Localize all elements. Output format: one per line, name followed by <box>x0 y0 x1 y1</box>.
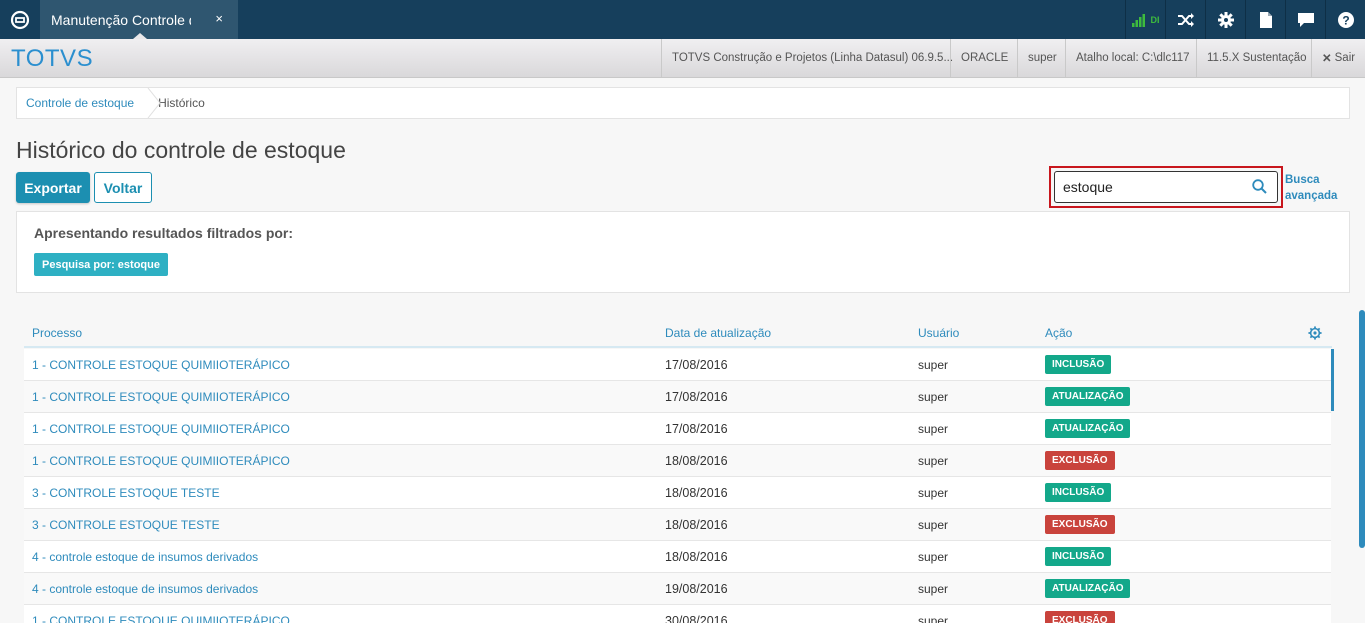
user-cell: super <box>918 550 949 564</box>
process-link[interactable]: 4 - controle estoque de insumos derivado… <box>32 582 258 596</box>
user-cell: super <box>918 358 949 372</box>
action-badge: ATUALIZAÇÃO <box>1045 387 1131 406</box>
user-cell: super <box>918 454 949 468</box>
action-badge: INCLUSÃO <box>1045 355 1112 374</box>
user-cell: super <box>918 582 949 596</box>
table-row[interactable]: 1 - CONTROLE ESTOQUE QUIMIIOTERÁPICO 30/0… <box>24 605 1331 623</box>
header-product: TOTVS Construção e Projetos (Linha Datas… <box>661 39 963 77</box>
close-icon: ✕ <box>1322 53 1332 65</box>
table-row[interactable]: 1 - CONTROLE ESTOQUE QUIMIIOTERÁPICO 18/0… <box>24 445 1331 477</box>
user-cell: super <box>918 390 949 404</box>
table-header: Processo Data de atualização Usuário Açã… <box>24 318 1332 348</box>
filter-title: Apresentando resultados filtrados por: <box>34 225 294 241</box>
user-cell: super <box>918 486 949 500</box>
breadcrumb: Controle de estoque Histórico <box>16 87 1350 119</box>
date-cell: 17/08/2016 <box>665 358 728 372</box>
search-icon[interactable] <box>1252 179 1267 194</box>
page-title: Histórico do controle de estoque <box>16 137 346 163</box>
process-link[interactable]: 3 - CONTROLE ESTOQUE TESTE <box>32 518 220 532</box>
document-icon[interactable] <box>1245 0 1285 39</box>
action-badge: INCLUSÃO <box>1045 483 1112 502</box>
date-cell: 18/08/2016 <box>665 550 728 564</box>
column-header-processo[interactable]: Processo <box>32 326 82 340</box>
shuffle-icon[interactable] <box>1165 0 1205 39</box>
svg-text:?: ? <box>1342 13 1349 27</box>
tab-manutencao-controle[interactable]: Manutenção Controle de Estoque × <box>40 0 238 39</box>
column-settings-gear-icon[interactable] <box>1308 326 1322 340</box>
tab-close-icon[interactable]: × <box>215 11 223 26</box>
user-cell: super <box>918 518 949 532</box>
header-database: ORACLE <box>950 39 1018 77</box>
chat-icon[interactable] <box>1285 0 1325 39</box>
table-row[interactable]: 3 - CONTROLE ESTOQUE TESTE 18/08/2016 supe… <box>24 509 1331 541</box>
column-header-data[interactable]: Data de atualização <box>665 326 771 340</box>
date-cell: 19/08/2016 <box>665 582 728 596</box>
logout-button[interactable]: ✕ Sair <box>1311 39 1365 77</box>
breadcrumb-separator-icon <box>147 88 161 118</box>
process-link[interactable]: 1 - CONTROLE ESTOQUE QUIMIIOTERÁPICO <box>32 358 290 372</box>
search-input[interactable]: estoque <box>1054 171 1278 203</box>
help-icon[interactable]: ? <box>1325 0 1365 39</box>
column-header-acao[interactable]: Ação <box>1045 326 1072 340</box>
breadcrumb-item-controle[interactable]: Controle de estoque <box>17 88 148 118</box>
table-scroll-indicator[interactable] <box>1331 349 1334 411</box>
table-row[interactable]: 4 - controle estoque de insumos derivado… <box>24 541 1331 573</box>
network-status-label: DI <box>1150 14 1160 25</box>
advanced-search-line2: avançada <box>1285 190 1338 202</box>
process-link[interactable]: 1 - CONTROLE ESTOQUE QUIMIIOTERÁPICO <box>32 454 290 468</box>
date-cell: 18/08/2016 <box>665 518 728 532</box>
totvs-logo-icon[interactable] <box>0 0 40 39</box>
process-link[interactable]: 4 - controle estoque de insumos derivado… <box>32 550 258 564</box>
header-version: 11.5.X Sustentação <box>1196 39 1317 77</box>
tab-title: Manutenção Controle de Estoque <box>51 11 191 28</box>
filter-panel: Apresentando resultados filtrados por: P… <box>16 211 1350 293</box>
user-cell: super <box>918 422 949 436</box>
table-row[interactable]: 1 - CONTROLE ESTOQUE QUIMIIOTERÁPICO 17/0… <box>24 349 1331 381</box>
action-badge: EXCLUSÃO <box>1045 515 1115 534</box>
gear-icon[interactable] <box>1205 0 1245 39</box>
table-body: 1 - CONTROLE ESTOQUE QUIMIIOTERÁPICO 17/0… <box>24 349 1331 623</box>
brand-logo: TOTVS <box>11 45 94 72</box>
date-cell: 18/08/2016 <box>665 486 728 500</box>
action-badge: INCLUSÃO <box>1045 547 1112 566</box>
top-bar: Manutenção Controle de Estoque × DI ? <box>0 0 1365 39</box>
export-button[interactable]: Exportar <box>16 172 90 203</box>
header-shortcut: Atalho local: C:\dlc117 <box>1065 39 1200 77</box>
action-badge: ATUALIZAÇÃO <box>1045 579 1131 598</box>
action-badge: EXCLUSÃO <box>1045 611 1115 623</box>
advanced-search-line1: Busca <box>1285 174 1320 186</box>
advanced-search-link[interactable]: Busca avançada <box>1285 172 1337 204</box>
process-link[interactable]: 3 - CONTROLE ESTOQUE TESTE <box>32 486 220 500</box>
user-cell: super <box>918 614 949 623</box>
process-link[interactable]: 1 - CONTROLE ESTOQUE QUIMIIOTERÁPICO <box>32 614 290 623</box>
date-cell: 18/08/2016 <box>665 454 728 468</box>
column-header-usuario[interactable]: Usuário <box>918 326 959 340</box>
network-status-icon[interactable]: DI <box>1125 0 1165 39</box>
table-row[interactable]: 1 - CONTROLE ESTOQUE QUIMIIOTERÁPICO 17/0… <box>24 381 1331 413</box>
table-row[interactable]: 4 - controle estoque de insumos derivado… <box>24 573 1331 605</box>
process-link[interactable]: 1 - CONTROLE ESTOQUE QUIMIIOTERÁPICO <box>32 390 290 404</box>
header-user: super <box>1017 39 1067 77</box>
page-scrollbar[interactable] <box>1359 310 1365 548</box>
logout-label: Sair <box>1334 52 1356 64</box>
process-link[interactable]: 1 - CONTROLE ESTOQUE QUIMIIOTERÁPICO <box>32 422 290 436</box>
date-cell: 30/08/2016 <box>665 614 728 623</box>
back-button[interactable]: Voltar <box>94 172 152 203</box>
table-row[interactable]: 3 - CONTROLE ESTOQUE TESTE 18/08/2016 supe… <box>24 477 1331 509</box>
filter-chip[interactable]: Pesquisa por: estoque <box>34 253 168 276</box>
action-badge: EXCLUSÃO <box>1045 451 1115 470</box>
date-cell: 17/08/2016 <box>665 422 728 436</box>
action-badge: ATUALIZAÇÃO <box>1045 419 1131 438</box>
table-row[interactable]: 1 - CONTROLE ESTOQUE QUIMIIOTERÁPICO 17/0… <box>24 413 1331 445</box>
date-cell: 17/08/2016 <box>665 390 728 404</box>
